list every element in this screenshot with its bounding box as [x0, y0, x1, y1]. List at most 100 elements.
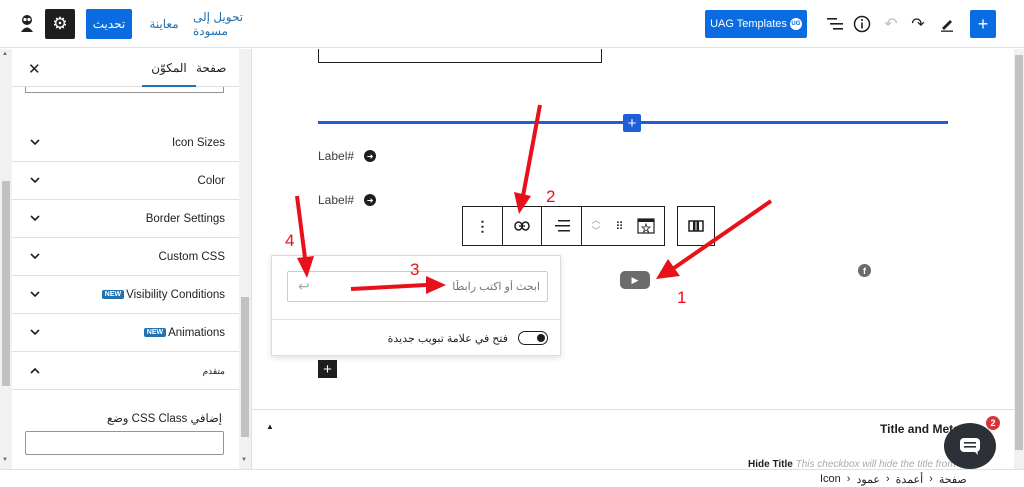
settings-sidebar: ✕ المكوّن صفحة Icon Sizes Color Border Set… [0, 49, 252, 469]
panel-section-6[interactable]: NEW Animations [12, 314, 239, 352]
drag-handle-icon: ⠿ [615, 220, 623, 233]
pencil-icon[interactable] [935, 12, 959, 36]
icon-list-item-2[interactable]: Label# ➜ [318, 193, 377, 207]
new-tab-toggle[interactable] [518, 331, 548, 345]
inserter-button[interactable]: + [623, 114, 641, 132]
panel-section-3[interactable]: Border Settings [12, 200, 239, 238]
panel-section-5[interactable]: NEW Visibility Conditions [12, 276, 239, 314]
submit-enter-icon[interactable]: ↩ [298, 278, 310, 295]
annotation-number-1: 1 [677, 288, 687, 307]
panel-section-label: متقدم [202, 366, 225, 376]
panel-section-label: Custom CSS [158, 251, 225, 263]
collapse-arrow-icon[interactable]: ▲ [266, 422, 274, 431]
chevron-up-icon[interactable]: ︿ [591, 215, 600, 226]
plus-icon: + [627, 114, 637, 132]
chevron-down-icon [30, 325, 40, 339]
css-class-label: وضع CSS Class إضافي [107, 413, 222, 425]
info-icon[interactable] [850, 12, 874, 36]
list-view-icon[interactable] [823, 12, 847, 36]
align-right-icon [554, 220, 570, 232]
uag-templates-button[interactable]: UAG Templates UG [705, 10, 807, 38]
chevron-down-icon [30, 173, 40, 187]
arrow-circle-icon: ➜ [364, 150, 377, 162]
astra-logo-icon[interactable] [16, 12, 38, 34]
panel-section-4[interactable]: Custom CSS [12, 238, 239, 276]
close-sidebar-button[interactable]: ✕ [28, 60, 41, 78]
more-options-button[interactable]: ⋮ [463, 207, 503, 245]
settings-button[interactable]: ⚙ [45, 9, 75, 39]
parent-block-button[interactable] [677, 206, 715, 246]
chevron-up-icon [30, 363, 40, 377]
add-block-inline-button[interactable]: + [318, 360, 337, 378]
breadcrumb-item-icon[interactable]: Icon [820, 473, 841, 486]
block-type-button[interactable] [628, 207, 664, 245]
arrow-circle-icon: ➜ [364, 194, 377, 206]
breadcrumb-item-column[interactable]: عمود [856, 473, 880, 486]
sidebar-scrollbar-left[interactable]: ▲ ▼ [0, 49, 12, 469]
move-up-down-buttons[interactable]: ︿ ﹀ [582, 207, 610, 245]
panel-section-label: Color [197, 175, 225, 187]
link-button[interactable] [503, 207, 542, 245]
breadcrumb-item-page[interactable]: صفحة [939, 473, 967, 486]
new-badge: NEW [101, 290, 125, 300]
popover-divider [272, 319, 560, 320]
chevron-down-icon [30, 135, 40, 149]
update-button[interactable]: تحديث [86, 9, 132, 39]
link-search-input[interactable] [324, 276, 540, 298]
chevron-left-icon: ‹ [929, 473, 933, 485]
tab-page[interactable]: صفحة [196, 61, 226, 75]
new-badge: NEW [143, 328, 167, 338]
editor-canvas: + Label# ➜ Label# ➜ ⋮ ︿ ﹀ ⠿ ↩ ابحث أو اك… [252, 49, 1014, 409]
sidebar-scrollbar-right[interactable]: ▼ [239, 49, 251, 469]
add-block-button[interactable]: + [970, 10, 996, 38]
chevron-left-icon: ‹ [846, 473, 851, 485]
css-class-input[interactable] [25, 431, 224, 455]
chevron-left-icon: ‹ [885, 473, 890, 485]
icon-list-item-1[interactable]: Label# ➜ [318, 149, 377, 163]
plus-icon: + [323, 360, 332, 378]
panel-section-7[interactable]: متقدم [12, 352, 239, 390]
breadcrumb-item-columns[interactable]: أعمدة [896, 473, 924, 486]
annotation-number-2: 2 [546, 187, 556, 206]
panel-section-label: Animations [168, 327, 225, 339]
facebook-icon[interactable]: f [858, 264, 871, 277]
block-toolbar: ⋮ ︿ ﹀ ⠿ [462, 206, 665, 246]
annotation-number-4: 4 [285, 231, 295, 250]
switch-to-draft-button[interactable]: تحويل إلى مسودة [193, 10, 273, 38]
tab-block[interactable]: المكوّن [142, 61, 196, 87]
chevron-down-icon [30, 211, 40, 225]
drag-handle[interactable]: ⠿ [610, 207, 628, 245]
youtube-icon[interactable]: ▶ [620, 271, 650, 289]
link-icon [514, 221, 530, 231]
close-icon: ✕ [28, 61, 41, 78]
icon-block-icon [637, 218, 655, 234]
panel-section-2[interactable]: Color [12, 162, 239, 200]
panel-section-label: Border Settings [145, 213, 225, 225]
partial-input[interactable] [25, 87, 224, 93]
annotation-number-3: 3 [410, 260, 420, 279]
chat-widget-button[interactable] [944, 423, 996, 469]
chevron-down-icon [30, 249, 40, 263]
notification-badge: 2 [986, 416, 1000, 430]
gear-icon: ⚙ [52, 14, 68, 33]
panel-section-label: Icon Sizes [171, 137, 225, 149]
breadcrumb: صفحة ‹ أعمدة ‹ عمود ‹ Icon [0, 469, 1024, 487]
uag-badge: UG [789, 18, 802, 30]
chevron-down-icon [30, 287, 40, 301]
undo-icon[interactable]: ↶ [879, 12, 903, 36]
chat-icon [960, 438, 980, 455]
toggle-knob [537, 333, 545, 342]
preview-button[interactable]: معاينة [144, 14, 184, 34]
redo-icon[interactable]: ↷ [906, 12, 930, 36]
new-tab-label: فتح في علامة تبويب جديدة [387, 333, 508, 345]
sidebar-tabs: ✕ المكوّن صفحة [12, 49, 239, 87]
chevron-down-icon[interactable]: ﹀ [591, 226, 600, 237]
vertical-dots-icon: ⋮ [475, 217, 490, 234]
panel-section-1[interactable]: Icon Sizes [12, 124, 239, 162]
panel-section-label: Visibility Conditions [126, 289, 225, 301]
align-button[interactable] [542, 207, 582, 245]
top-toolbar: ⚙ تحديث معاينة تحويل إلى مسودة UAG Templ… [0, 0, 1024, 48]
plus-icon: + [977, 13, 989, 34]
previous-block-box[interactable] [318, 49, 602, 63]
canvas-scrollbar[interactable] [1014, 49, 1024, 469]
